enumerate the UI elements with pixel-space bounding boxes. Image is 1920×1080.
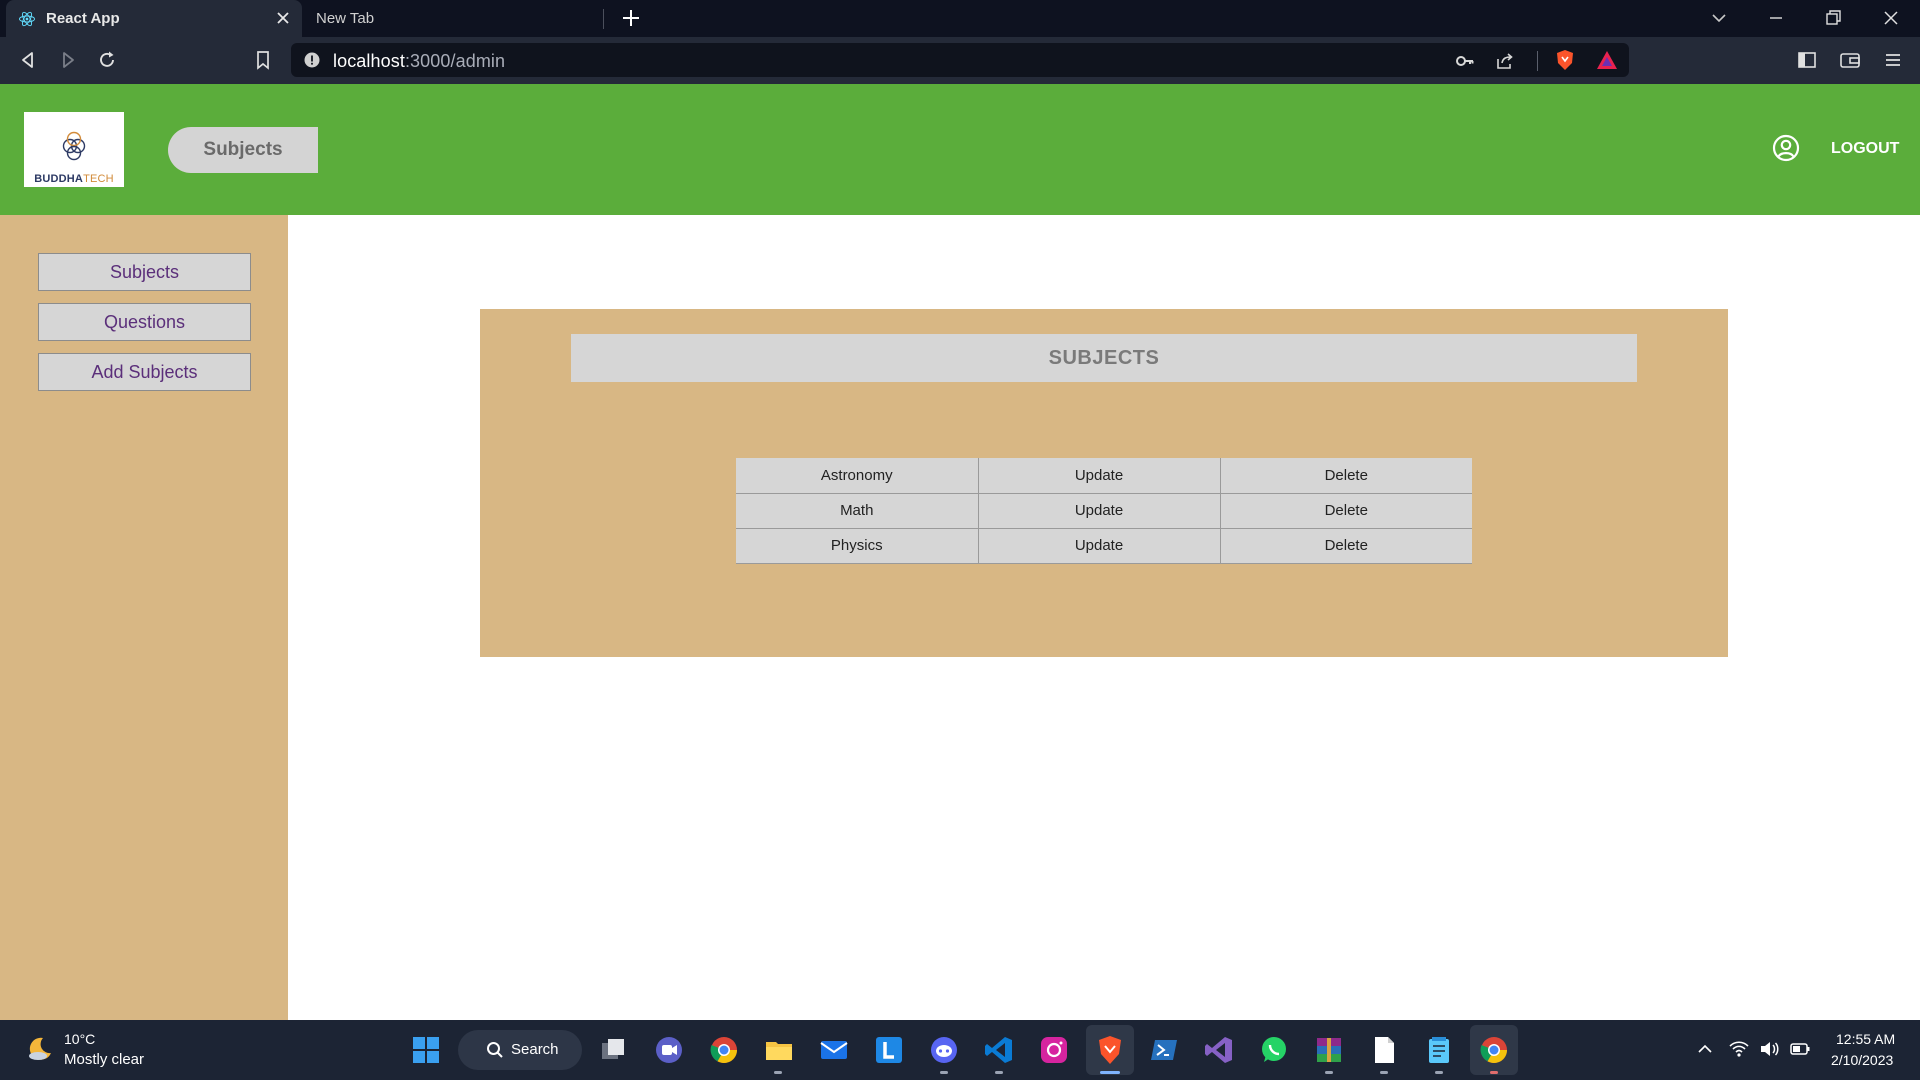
subject-name: Math xyxy=(736,493,979,529)
company-logo[interactable]: BUDDHATECH xyxy=(24,112,124,187)
user-account-icon[interactable] xyxy=(1772,134,1800,162)
logout-button[interactable]: LOGOUT xyxy=(1831,140,1899,158)
running-indicator xyxy=(1325,1071,1333,1074)
reload-icon[interactable] xyxy=(96,49,118,71)
weather-temperature: 10°C xyxy=(64,1031,96,1047)
close-window-icon[interactable] xyxy=(1881,8,1901,28)
clock-time[interactable]: 12:55 AM xyxy=(1836,1031,1895,1047)
windows-start-icon[interactable] xyxy=(410,1034,442,1066)
notepad-icon[interactable] xyxy=(1423,1034,1455,1066)
tab-new-tab[interactable]: New Tab xyxy=(302,0,604,37)
chrome-icon[interactable] xyxy=(708,1034,740,1066)
logo-text: BUDDHATECH xyxy=(24,173,124,185)
whatsapp-icon[interactable] xyxy=(1258,1034,1290,1066)
l-app-icon[interactable] xyxy=(873,1034,905,1066)
logo-mark-icon xyxy=(62,131,86,161)
file-explorer-icon[interactable] xyxy=(763,1034,795,1066)
task-view-icon[interactable] xyxy=(598,1034,630,1066)
subjects-panel: SUBJECTS Astronomy Update Delete Math Up… xyxy=(480,309,1728,657)
tab-title: React App xyxy=(46,10,120,27)
subject-name: Physics xyxy=(736,528,979,564)
chrome-active-icon[interactable] xyxy=(1478,1034,1510,1066)
mail-icon[interactable] xyxy=(818,1034,850,1066)
discord-icon[interactable] xyxy=(928,1034,960,1066)
menu-icon[interactable] xyxy=(1882,49,1904,71)
vscode-icon[interactable] xyxy=(983,1034,1015,1066)
weather-moon-icon[interactable] xyxy=(24,1034,54,1064)
back-icon[interactable] xyxy=(17,49,39,71)
tab-react-app[interactable]: React App xyxy=(6,0,302,37)
file-icon[interactable] xyxy=(1368,1034,1400,1066)
tray-overflow-chevron-icon[interactable] xyxy=(1694,1038,1716,1060)
search-icon xyxy=(487,1042,503,1058)
close-tab-icon[interactable] xyxy=(274,9,292,27)
browser-toolbar: localhost:3000/admin xyxy=(0,37,1920,84)
forward-icon[interactable] xyxy=(57,49,79,71)
volume-icon[interactable] xyxy=(1758,1038,1780,1060)
table-row: Math Update Delete xyxy=(736,493,1472,529)
sidebar-item-subjects[interactable]: Subjects xyxy=(38,253,251,291)
address-bar[interactable]: localhost:3000/admin xyxy=(291,43,1629,77)
instagram-icon[interactable] xyxy=(1038,1034,1070,1066)
url-host: localhost xyxy=(333,51,405,71)
delete-button[interactable]: Delete xyxy=(1219,458,1472,494)
brave-icon[interactable] xyxy=(1094,1034,1126,1066)
site-info-icon[interactable] xyxy=(304,52,320,68)
address-separator xyxy=(1537,51,1538,71)
sidebar-item-add-subjects[interactable]: Add Subjects xyxy=(38,353,251,391)
clock-date[interactable]: 2/10/2023 xyxy=(1831,1052,1893,1068)
current-section-pill[interactable]: Subjects xyxy=(168,127,318,173)
react-icon xyxy=(19,11,35,26)
app-header: BUDDHATECH Subjects LOGOUT xyxy=(0,84,1920,215)
teams-icon[interactable] xyxy=(653,1034,685,1066)
brave-shield-icon[interactable] xyxy=(1553,48,1577,72)
update-button[interactable]: Update xyxy=(977,528,1221,564)
minimize-icon[interactable] xyxy=(1766,8,1786,28)
sidebar: Subjects Questions Add Subjects xyxy=(0,215,288,1020)
delete-button[interactable]: Delete xyxy=(1219,528,1472,564)
subject-name: Astronomy xyxy=(736,458,979,494)
winrar-icon[interactable] xyxy=(1313,1034,1345,1066)
running-indicator xyxy=(1380,1071,1388,1074)
running-indicator xyxy=(774,1071,782,1074)
table-row: Physics Update Delete xyxy=(736,528,1472,564)
tab-title: New Tab xyxy=(316,10,375,27)
logo-text-accent: TECH xyxy=(83,173,114,185)
key-icon[interactable] xyxy=(1455,51,1475,71)
battery-icon[interactable] xyxy=(1789,1038,1811,1060)
wifi-icon[interactable] xyxy=(1728,1038,1750,1060)
page-title: SUBJECTS xyxy=(571,334,1637,382)
running-indicator xyxy=(1435,1071,1443,1074)
restore-icon[interactable] xyxy=(1823,8,1843,28)
update-button[interactable]: Update xyxy=(977,493,1221,529)
table-row: Astronomy Update Delete xyxy=(736,458,1472,494)
taskbar: 10°C Mostly clear Search 12:55 AM 2/10/2… xyxy=(0,1020,1920,1080)
wallet-icon[interactable] xyxy=(1839,49,1861,71)
logo-text-main: BUDDHA xyxy=(34,173,84,185)
sidebar-item-questions[interactable]: Questions xyxy=(38,303,251,341)
running-indicator xyxy=(940,1071,948,1074)
share-icon[interactable] xyxy=(1495,51,1515,71)
weather-description: Mostly clear xyxy=(64,1051,145,1068)
tab-search-chevron-icon[interactable] xyxy=(1709,8,1729,28)
running-indicator xyxy=(1490,1071,1498,1074)
taskbar-search[interactable]: Search xyxy=(458,1030,582,1070)
subjects-table: Astronomy Update Delete Math Update Dele… xyxy=(736,458,1472,564)
brave-rewards-icon[interactable] xyxy=(1595,48,1619,72)
new-tab-icon[interactable] xyxy=(620,7,642,29)
active-indicator xyxy=(1100,1071,1120,1074)
running-indicator xyxy=(995,1071,1003,1074)
browser-tab-bar: React App New Tab xyxy=(0,0,1920,37)
search-label: Search xyxy=(511,1041,559,1058)
powershell-icon[interactable] xyxy=(1148,1034,1180,1066)
bookmark-icon[interactable] xyxy=(252,49,274,71)
delete-button[interactable]: Delete xyxy=(1219,493,1472,529)
update-button[interactable]: Update xyxy=(977,458,1221,494)
url-text: localhost:3000/admin xyxy=(333,51,505,72)
url-path: :3000/admin xyxy=(404,51,506,71)
visual-studio-icon[interactable] xyxy=(1203,1034,1235,1066)
sidebar-toggle-icon[interactable] xyxy=(1796,49,1818,71)
